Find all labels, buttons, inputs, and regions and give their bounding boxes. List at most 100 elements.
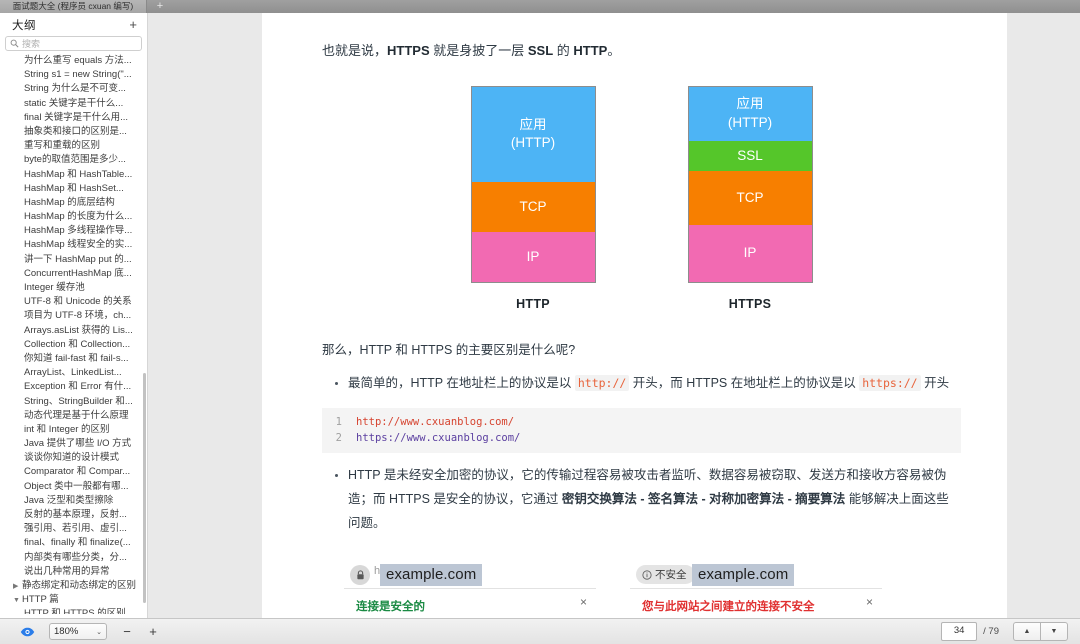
outline-item[interactable]: Object 类中一般都有哪... bbox=[0, 480, 147, 494]
outline-item[interactable]: 重写和重载的区别 bbox=[0, 139, 147, 153]
http-stack: 应用 (HTTP) TCP IP bbox=[470, 85, 596, 283]
site-info-popup-secure: × 连接是安全的 您发送给这个网站的信息（例如密码或信用卡号）不会外泄。 了解详… bbox=[344, 587, 596, 618]
zoom-out-button[interactable]: − bbox=[121, 625, 133, 638]
stack-layer-label: TCP bbox=[736, 189, 764, 205]
code-line: 2 https://www.cxuanblog.com/ bbox=[322, 430, 961, 446]
outline-item[interactable]: Collection 和 Collection... bbox=[0, 338, 147, 352]
https-stack-group: 应用 (HTTP) SSL TCP IP HTTPS bbox=[687, 85, 813, 311]
outline-item[interactable]: String s1 = new String("... bbox=[0, 68, 147, 82]
stack-layer-label: TCP bbox=[519, 198, 547, 214]
sidebar-scrollbar-thumb[interactable] bbox=[143, 373, 146, 603]
outline-item-label: 谈谈你知道的设计模式 bbox=[24, 452, 120, 464]
outline-item[interactable]: HashMap 多线程操作导... bbox=[0, 224, 147, 238]
sidebar-search-box[interactable] bbox=[5, 36, 142, 51]
outline-item[interactable]: ConcurrentHashMap 底... bbox=[0, 267, 147, 281]
chevron-down-icon[interactable]: ▼ bbox=[13, 594, 22, 607]
outline-item[interactable]: byte的取值范围是多少... bbox=[0, 153, 147, 167]
outline-item[interactable]: HTTP 和 HTTPS 的区别 bbox=[0, 607, 147, 614]
outline-item[interactable]: 强引用、若引用、虚引... bbox=[0, 522, 147, 536]
outline-item[interactable]: String、StringBuilder 和... bbox=[0, 395, 147, 409]
outline-item[interactable]: Arrays.asList 获得的 Lis... bbox=[0, 324, 147, 338]
outline-item-label: 讲一下 HashMap put 的... bbox=[24, 253, 132, 265]
next-page-button[interactable]: ▼ bbox=[1040, 622, 1068, 641]
new-tab-button[interactable]: + bbox=[152, 0, 168, 13]
outline-item-list[interactable]: 为什么重写 equals 方法... String s1 = new String… bbox=[0, 53, 147, 614]
zoom-in-button[interactable]: + bbox=[147, 625, 159, 638]
popup-title-insecure: 您与此网站之间建立的连接不安全 bbox=[642, 600, 815, 613]
outline-item-label: final、finally 和 finalize(... bbox=[24, 537, 131, 549]
outline-item[interactable]: 内部类有哪些分类，分... bbox=[0, 551, 147, 565]
outline-item[interactable]: 谈谈你知道的设计模式 bbox=[0, 451, 147, 465]
popup-close-icon-insecure[interactable]: × bbox=[866, 596, 873, 608]
outline-item[interactable]: HashMap 线程安全的实... bbox=[0, 238, 147, 252]
document-pane[interactable]: 也就是说，HTTPS 就是身披了一层 SSL 的 HTTP。 应用 (HTTP) T… bbox=[148, 13, 1080, 618]
outline-item[interactable]: Java 提供了哪些 I/O 方式 bbox=[0, 437, 147, 451]
outline-item[interactable]: ▶ 静态绑定和动态绑定的区别 bbox=[0, 579, 147, 593]
outline-item[interactable]: 动态代理是基于什么原理 bbox=[0, 409, 147, 423]
page-number-input[interactable]: 34 bbox=[941, 622, 978, 641]
app-window: 面试题大全 (程序员 cxuan 编写) + 大纲 + 为什么重写 equals… bbox=[0, 0, 1080, 644]
stack-layer-sublabel: (HTTP) bbox=[510, 135, 556, 151]
stack-layer: IP bbox=[688, 224, 812, 282]
omnibox-secure: h example.com bbox=[344, 561, 596, 588]
omnibox-url-insecure[interactable]: example.com bbox=[692, 563, 795, 586]
outline-item-label: 抽象类和接口的区别是... bbox=[24, 125, 127, 137]
outline-item[interactable]: ArrayList、LinkedList... bbox=[0, 366, 147, 380]
chevron-right-icon[interactable]: ▶ bbox=[13, 580, 22, 593]
outline-item[interactable]: 说出几种常用的异常 bbox=[0, 565, 147, 579]
outline-item-label: 内部类有哪些分类，分... bbox=[24, 551, 127, 563]
outline-item[interactable]: 讲一下 HashMap put 的... bbox=[0, 253, 147, 267]
stack-layer: 应用 (HTTP) bbox=[688, 86, 812, 141]
outline-sidebar: 大纲 + 为什么重写 equals 方法... String s1 = new S… bbox=[0, 13, 148, 618]
outline-item[interactable]: final 关键字是干什么用... bbox=[0, 111, 147, 125]
outline-item-label: Exception 和 Error 有什... bbox=[24, 381, 132, 393]
outline-item[interactable]: Exception 和 Error 有什... bbox=[0, 380, 147, 394]
outline-item[interactable]: Java 泛型和类型擦除 bbox=[0, 494, 147, 508]
intro-bold-ssl: SSL bbox=[527, 43, 554, 58]
sidebar-add-button[interactable]: + bbox=[129, 18, 137, 31]
intro-prefix: 也就是说， bbox=[322, 43, 388, 58]
not-secure-badge[interactable]: 不安全 bbox=[636, 565, 695, 585]
outline-item[interactable]: 反射的基本原理，反射... bbox=[0, 508, 147, 522]
bullet1-text1: 最简单的，HTTP 在地址栏上的协议是以 bbox=[348, 376, 575, 391]
zoom-level-select[interactable]: 180% ⌄ bbox=[49, 623, 107, 640]
info-circle-icon bbox=[642, 570, 652, 580]
outline-item-label: 静态绑定和动态绑定的区别 bbox=[22, 579, 137, 591]
outline-item[interactable]: ▼ HTTP 篇 bbox=[0, 593, 147, 607]
bullet-list-1: 最简单的，HTTP 在地址栏上的协议是以 http:// 开头，而 HTTPS … bbox=[322, 371, 961, 395]
outline-item[interactable]: 项目为 UTF-8 环境，ch... bbox=[0, 309, 147, 323]
outline-item[interactable]: 抽象类和接口的区别是... bbox=[0, 125, 147, 139]
outline-item[interactable]: 你知道 fail-fast 和 fail-s... bbox=[0, 352, 147, 366]
outline-item[interactable]: UTF-8 和 Unicode 的关系 bbox=[0, 295, 147, 309]
document-tab[interactable]: 面试题大全 (程序员 cxuan 编写) bbox=[0, 0, 147, 13]
outline-item[interactable]: static 关键字是干什么... bbox=[0, 97, 147, 111]
stack-layer-label: SSL bbox=[737, 147, 763, 163]
sidebar-search-input[interactable] bbox=[22, 38, 137, 49]
previous-page-button[interactable]: ▲ bbox=[1013, 622, 1040, 641]
omnibox-url-secure[interactable]: example.com bbox=[380, 563, 483, 586]
outline-item-label: int 和 Integer 的区别 bbox=[24, 423, 110, 435]
outline-item[interactable]: Comparator 和 Compar... bbox=[0, 465, 147, 479]
popup-close-icon-secure[interactable]: × bbox=[580, 596, 587, 608]
http-stack-group: 应用 (HTTP) TCP IP HTTP bbox=[470, 85, 596, 311]
code-http-scheme: http:// bbox=[574, 375, 630, 392]
outline-item[interactable]: HashMap 和 HashSet... bbox=[0, 182, 147, 196]
outline-item[interactable]: HashMap 和 HashTable... bbox=[0, 168, 147, 182]
outline-item-label: static 关键字是干什么... bbox=[24, 97, 124, 109]
sidebar-scrollbar[interactable] bbox=[143, 53, 147, 613]
outline-item[interactable]: HashMap 的长度为什么... bbox=[0, 210, 147, 224]
eye-icon[interactable] bbox=[17, 623, 37, 641]
code-line-number: 2 bbox=[335, 431, 342, 444]
outline-item-label: 动态代理是基于什么原理 bbox=[24, 409, 129, 421]
stack-layer: SSL bbox=[688, 140, 812, 171]
document-scrollbar[interactable] bbox=[1076, 13, 1080, 618]
outline-item[interactable]: String 为什么是不可变... bbox=[0, 82, 147, 96]
bullet2-bold-algos: 密钥交换算法 - 签名算法 - 对称加密算法 - 摘要算法 bbox=[561, 491, 846, 506]
outline-item[interactable]: Integer 缓存池 bbox=[0, 281, 147, 295]
outline-item[interactable]: HashMap 的底层结构 bbox=[0, 196, 147, 210]
intro-mid2: 的 bbox=[553, 43, 574, 58]
outline-item-label: Java 提供了哪些 I/O 方式 bbox=[24, 438, 132, 450]
outline-item[interactable]: int 和 Integer 的区别 bbox=[0, 423, 147, 437]
outline-item[interactable]: 为什么重写 equals 方法... bbox=[0, 54, 147, 68]
outline-item[interactable]: final、finally 和 finalize(... bbox=[0, 536, 147, 550]
